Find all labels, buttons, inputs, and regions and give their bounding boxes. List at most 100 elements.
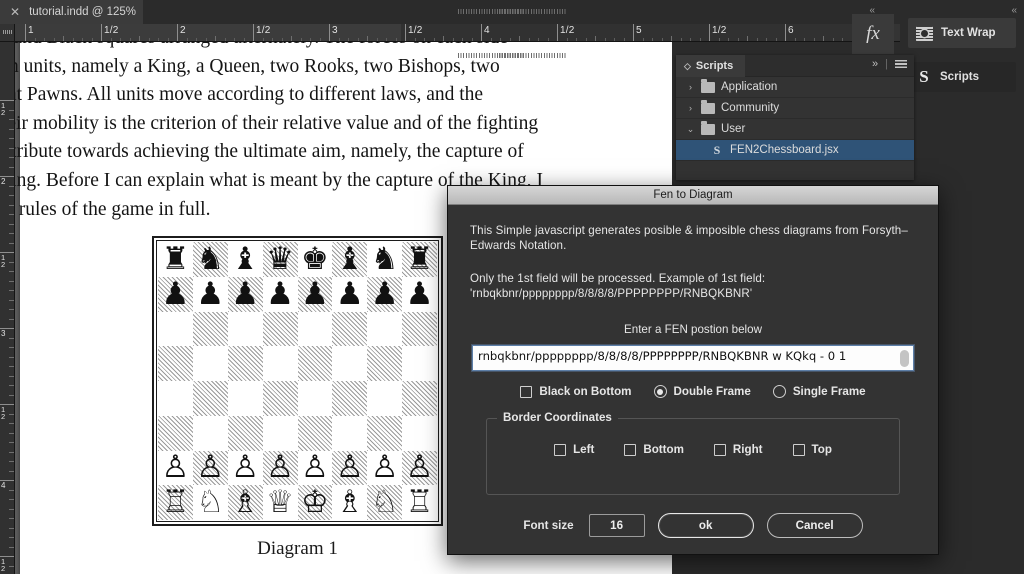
- cancel-button[interactable]: Cancel: [766, 513, 863, 538]
- radio-double-frame-label: Double Frame: [673, 385, 751, 398]
- board-square: [402, 381, 437, 416]
- panel-menu-icon[interactable]: [895, 59, 907, 69]
- chess-piece: ♔: [301, 484, 329, 521]
- chess-piece: ♘: [370, 484, 399, 521]
- panel-drag-grip[interactable]: [499, 53, 525, 58]
- font-size-input[interactable]: 16: [588, 514, 645, 537]
- chess-piece: ♖: [161, 484, 190, 521]
- checkbox-top[interactable]: Top: [792, 443, 832, 456]
- checkbox-top-label: Top: [811, 443, 832, 456]
- script-folder-item[interactable]: ⌄ User: [676, 119, 914, 140]
- font-size-value: 16: [610, 519, 624, 532]
- chess-piece: ♙: [161, 449, 190, 486]
- radio-single-frame[interactable]: Single Frame: [772, 385, 866, 398]
- script-folder-item[interactable]: › Community: [676, 98, 914, 119]
- radio-single-frame-label: Single Frame: [792, 385, 866, 398]
- fx-label: fx: [866, 23, 880, 44]
- checkbox-left[interactable]: Left: [554, 443, 594, 456]
- board-square: [263, 346, 298, 381]
- chess-piece: ♙: [301, 449, 329, 486]
- checkbox-black-on-bottom[interactable]: Black on Bottom: [520, 385, 632, 398]
- board-square: [263, 416, 298, 451]
- scripts-panel[interactable]: ◇ Scripts » | › Application › Community ⌄ Use…: [676, 55, 914, 180]
- chevron-down-icon[interactable]: ⌄: [686, 124, 695, 135]
- board-square: [228, 312, 263, 347]
- vertical-ruler[interactable]: 12212312412: [0, 42, 15, 574]
- ruler-label: 2: [180, 25, 186, 36]
- dialog-title: Fen to Diagram: [653, 189, 733, 201]
- radio-double-frame[interactable]: Double Frame: [653, 385, 751, 398]
- ruler-tick-minor: [766, 38, 767, 41]
- scripts-panel-button[interactable]: S Scripts: [908, 62, 1016, 92]
- fen-input[interactable]: rnbqkbnr/pppppppp/8/8/8/8/PPPPPPPP/RNBQK…: [472, 345, 914, 371]
- checkbox-icon[interactable]: [792, 443, 805, 456]
- board-square: [158, 381, 193, 416]
- ok-button[interactable]: ok: [657, 513, 754, 538]
- checkbox-bottom[interactable]: Bottom: [624, 443, 684, 456]
- document-tab[interactable]: ✕ tutorial.indd @ 125%: [0, 0, 150, 24]
- text-wrap-panel-button[interactable]: Text Wrap: [908, 18, 1016, 48]
- fen-input-scrollbar[interactable]: [900, 350, 909, 367]
- indesign-window: ✕ tutorial.indd @ 125% 1 1/2 2 1/2 3 1/2 4 1/2 5…: [0, 0, 1024, 574]
- text-wrap-label: Text Wrap: [941, 27, 996, 39]
- chess-piece: ♙: [266, 449, 294, 486]
- folder-icon: [701, 78, 715, 93]
- scripts-panel-footer: [676, 161, 914, 177]
- close-icon[interactable]: ✕: [10, 6, 20, 18]
- chess-diagram[interactable]: ♜ ♞ ♝ ♛ ♚ ♝ ♞ ♜ ♟ ♟ ♟ ♟ ♟ ♟ ♟ ♟ ♙ ♙ ♙ ♙ ♙ ♙ ♙ ♙ ♖ ♘ ♗ ♕ ♔ ♗ ♘ ♖ Diagram…: [152, 236, 443, 560]
- board-square: [367, 415, 403, 451]
- chevron-right-icon[interactable]: ›: [686, 82, 695, 92]
- board-square: ♜: [402, 242, 437, 277]
- dialog-description-1: This Simple javascript generates posible…: [470, 224, 908, 252]
- checkbox-icon[interactable]: [624, 443, 637, 456]
- ruler-tick-minor: [775, 38, 777, 41]
- board-square: ♙: [158, 451, 193, 486]
- fx-button[interactable]: fx: [852, 14, 894, 54]
- dialog-titlebar[interactable]: Fen to Diagram: [448, 186, 938, 205]
- chess-piece: ♟: [266, 275, 294, 312]
- ruler-tick-minor: [728, 38, 729, 41]
- ruler-tick-minor: [813, 38, 815, 41]
- tab-scripts[interactable]: ◇ Scripts: [676, 55, 746, 77]
- cancel-button-label: Cancel: [795, 519, 834, 532]
- board-square: ♛: [262, 242, 298, 277]
- script-folder-item[interactable]: › Application: [676, 77, 914, 98]
- checkbox-icon[interactable]: [520, 385, 533, 398]
- radio-selected-icon[interactable]: [653, 385, 667, 398]
- script-list-item[interactable]: Ѕ FEN2Chessboard.jsx: [676, 140, 914, 161]
- collapse-dock-icon[interactable]: «: [1011, 5, 1016, 16]
- checkbox-icon[interactable]: [554, 443, 567, 456]
- double-chevron-right-icon[interactable]: »: [872, 58, 878, 70]
- ruler-tick-minor: [832, 38, 834, 41]
- board-square: [402, 416, 437, 451]
- scripts-button-label: Scripts: [940, 71, 979, 83]
- ruler-label: 6: [788, 25, 794, 36]
- checkbox-right[interactable]: Right: [713, 443, 763, 456]
- script-s-icon: S: [919, 67, 929, 86]
- scripts-tree[interactable]: › Application › Community ⌄ User Ѕ FEN2Chessboa…: [676, 77, 914, 161]
- board-square: [297, 346, 333, 381]
- board-square: ♗: [227, 485, 263, 520]
- board-square: [402, 346, 437, 381]
- ruler-tick-minor: [737, 38, 739, 41]
- text-wrap-icon: [916, 25, 933, 41]
- radio-icon[interactable]: [772, 385, 786, 398]
- checkbox-icon[interactable]: [713, 443, 726, 456]
- board-square: ♟: [158, 276, 193, 312]
- board-square: [367, 381, 402, 416]
- board-square: [158, 312, 193, 347]
- chess-piece: ♘: [196, 484, 225, 521]
- board-square: ♟: [193, 277, 228, 312]
- checkbox-left-label: Left: [573, 443, 595, 456]
- checkbox-black-on-bottom-label: Black on Bottom: [539, 385, 632, 398]
- ruler-tick-minor: [842, 38, 843, 41]
- board-square: [262, 381, 298, 416]
- chevron-right-icon[interactable]: ›: [686, 103, 695, 113]
- board-square: [332, 381, 368, 416]
- panel-drag-grip[interactable]: [499, 9, 525, 14]
- panel-dock-diamond-icon: ◇: [684, 60, 691, 71]
- ruler-origin-corner[interactable]: [0, 24, 15, 42]
- horizontal-ruler[interactable]: 1 1/2 2 1/2 3 1/2 4 1/2 5 1/2 6: [15, 24, 960, 42]
- board-square: ♙: [192, 450, 228, 486]
- fen-to-diagram-dialog[interactable]: Fen to Diagram This Simple javascript ge…: [447, 185, 939, 555]
